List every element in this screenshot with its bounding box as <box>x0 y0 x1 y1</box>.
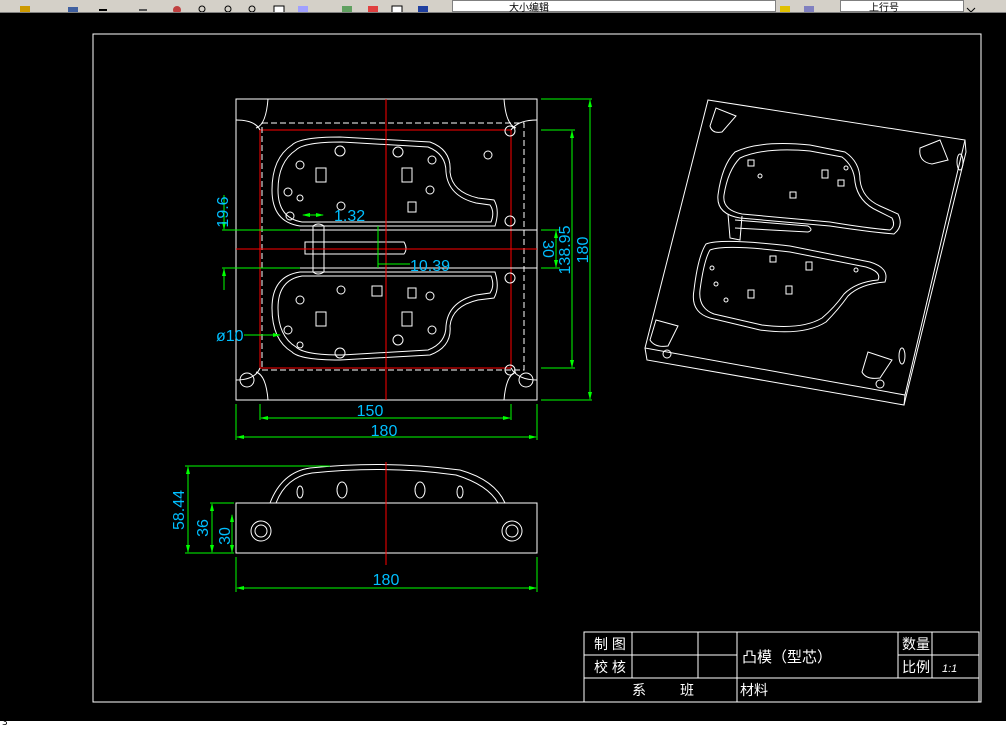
properties-icon[interactable] <box>272 0 286 12</box>
dim-diameter-10: ø10 <box>216 328 244 345</box>
dim-10-39: 10.39 <box>410 258 450 275</box>
title-block-text: 制 图 校 核 凸模（型芯） 数量 比例 1:1 系 班 材料 <box>594 636 957 698</box>
side-view-dimension-text: 58.44 36 30 180 <box>171 490 399 589</box>
pan-icon[interactable] <box>170 0 184 12</box>
layer-dropdown[interactable]: 大小编辑 <box>452 0 776 12</box>
dim-36: 36 <box>195 519 212 537</box>
dim-30-side: 30 <box>217 527 234 545</box>
redo-icon[interactable] <box>136 0 150 11</box>
top-view-dimension-text: 150 180 180 138.95 30 19.6 1.32 10.39 ø1… <box>215 196 592 440</box>
dim-1-32: 1.32 <box>334 208 365 225</box>
status-bar: 3 <box>0 718 1006 729</box>
layer-state-icon[interactable] <box>416 0 430 12</box>
part-name: 凸模（型芯） <box>742 649 832 666</box>
made-by-label: 制 图 <box>594 636 626 652</box>
scale-label: 比例 <box>902 659 930 675</box>
print-icon[interactable] <box>66 0 80 12</box>
zoom-window-icon[interactable] <box>222 0 236 12</box>
undo-icon[interactable] <box>96 0 110 11</box>
checked-by-label: 校 核 <box>594 659 626 675</box>
coordinate-readout: 3 <box>2 718 8 728</box>
color-icon[interactable] <box>778 0 792 12</box>
dim-19-6: 19.6 <box>215 196 232 227</box>
quantity-label: 数量 <box>902 636 930 652</box>
linetype-icon[interactable] <box>802 0 816 12</box>
tool-palette-icon[interactable] <box>340 0 354 12</box>
help-icon[interactable] <box>390 0 404 12</box>
dim-58-44: 58.44 <box>171 490 188 530</box>
zoom-previous-icon[interactable] <box>246 0 260 12</box>
class-label: 班 <box>680 682 694 698</box>
layer-icon[interactable] <box>366 0 380 12</box>
top-view <box>235 98 538 401</box>
dim-30-top: 30 <box>539 240 556 258</box>
dim-180-vertical: 180 <box>575 237 592 264</box>
isometric-view <box>644 99 967 406</box>
dim-180-side: 180 <box>373 572 400 589</box>
department-label: 系 <box>632 682 646 698</box>
material-label: 材料 <box>740 682 768 698</box>
dim-180-horizontal: 180 <box>371 423 398 440</box>
scale-value: 1:1 <box>942 663 957 675</box>
save-icon[interactable] <box>18 0 32 12</box>
side-view <box>235 462 538 565</box>
style-dropdown[interactable]: 上行号 <box>840 0 964 12</box>
drawing-canvas[interactable]: 150 180 180 138.95 30 19.6 1.32 10.39 ø1… <box>0 12 1006 721</box>
zoom-realtime-icon[interactable] <box>196 0 210 12</box>
side-view-dimensions <box>185 465 538 592</box>
design-center-icon[interactable] <box>296 0 310 12</box>
chevron-down-icon[interactable] <box>964 0 978 12</box>
dim-138-95: 138.95 <box>557 225 574 274</box>
dim-150: 150 <box>357 403 384 420</box>
